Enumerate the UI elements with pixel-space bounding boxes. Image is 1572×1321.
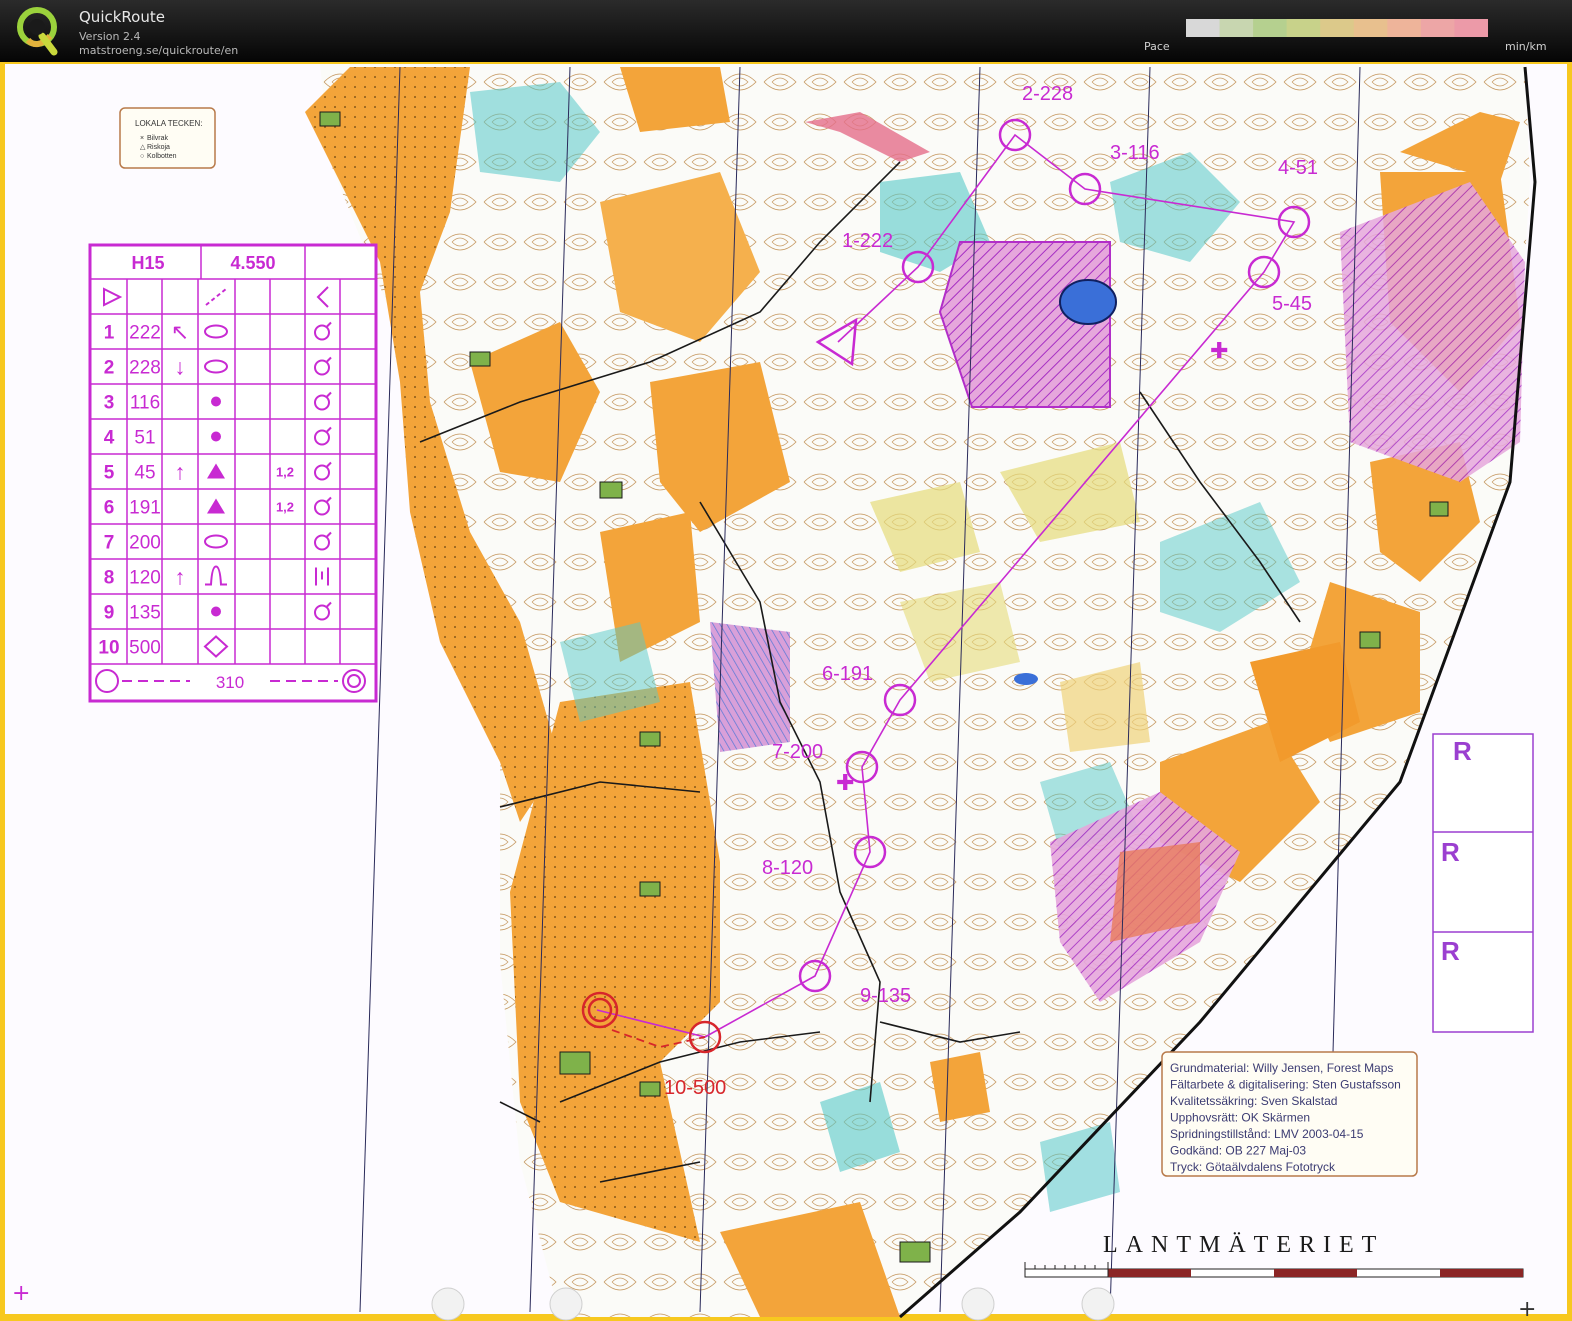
card-control-number: 9 <box>104 603 115 624</box>
pace-unit: min/km <box>1505 40 1547 53</box>
r-mark: R <box>1453 736 1472 766</box>
control-label: 4-51 <box>1278 157 1318 179</box>
card-control-number: 4 <box>104 428 115 449</box>
title-bar: QuickRoute Version 2.4 matstroeng.se/qui… <box>0 0 1572 62</box>
pace-color-scale <box>1186 19 1488 37</box>
pace-color-cell <box>1286 19 1321 37</box>
svg-text:○: ○ <box>140 153 144 160</box>
control-description-card: H15 4.550 1 222 ↖ 2 228 ↓ 3 116 4 51 5 45 ↑ 1,2 6 191 1,… <box>88 243 378 703</box>
app-version: Version 2.4 <box>79 30 141 43</box>
card-control-number: 1 <box>104 323 115 344</box>
quickroute-logo-icon <box>17 7 58 56</box>
card-control-code: 500 <box>129 638 161 659</box>
legend-item: Kolbotten <box>147 153 177 160</box>
publisher-name: LANTMÄTERIET <box>1103 1232 1384 1258</box>
card-control-number: 5 <box>104 463 115 484</box>
pace-color-cell <box>1454 19 1488 37</box>
card-finish-distance: 310 <box>216 673 244 692</box>
control-label: 1-222 <box>842 230 893 252</box>
map-credits: Grundmaterial: Willy Jensen, Forest Maps… <box>1161 1051 1418 1177</box>
card-control-number: 10 <box>98 638 119 659</box>
control-label: 9-135 <box>860 985 911 1007</box>
r-marks: R R R <box>1432 733 1534 1033</box>
legend-title: LOKALA TECKEN: <box>135 119 202 128</box>
pace-color-cell <box>1420 19 1455 37</box>
card-length: 4.550 <box>230 253 275 273</box>
credit-line: Kvalitetssäkring: Sven Skalstad <box>1170 1094 1337 1108</box>
map-image[interactable]: LOKALA TECKEN: × Bilvrak △ Riskoja ○ Kol… <box>0 62 1572 1321</box>
svg-text:+: + <box>1518 1297 1536 1321</box>
pace-color-cell <box>1186 19 1221 37</box>
r-mark: R <box>1441 936 1460 966</box>
card-class: H15 <box>131 253 164 273</box>
legend-item: Riskoja <box>147 144 170 151</box>
lake <box>1059 279 1117 325</box>
pace-color-cell <box>1353 19 1388 37</box>
credit-line: Godkänd: OB 227 Maj-03 <box>1170 1144 1306 1158</box>
card-feature-icon <box>211 431 221 442</box>
control-label: 6-191 <box>822 663 873 685</box>
card-control-code: 200 <box>129 533 161 554</box>
card-control-code: 120 <box>129 568 161 589</box>
card-control-number: 7 <box>104 533 115 554</box>
r-mark: R <box>1441 837 1460 867</box>
card-feature-icon <box>211 606 221 617</box>
control-label: 2-228 <box>1022 83 1073 105</box>
control-label: 8-120 <box>762 857 813 879</box>
pace-color-cell <box>1253 19 1288 37</box>
pace-color-cell <box>1219 19 1254 37</box>
card-control-code: 222 <box>129 323 161 344</box>
pace-label: Pace <box>1144 40 1170 53</box>
card-control-number: 6 <box>104 498 115 519</box>
credit-line: Spridningstillstånd: LMV 2003-04-15 <box>1170 1127 1364 1141</box>
card-control-code: 135 <box>129 603 161 624</box>
svg-text:△: △ <box>140 144 146 151</box>
control-label: 3-116 <box>1110 142 1160 164</box>
card-control-number: 8 <box>104 568 115 589</box>
app-title: QuickRoute <box>79 8 165 26</box>
credit-line: Fältarbete & digitalisering: Sten Gustaf… <box>1170 1078 1401 1092</box>
pace-color-cell <box>1320 19 1355 37</box>
card-feature-icon <box>211 396 221 407</box>
card-direction-icon: ↓ <box>175 355 186 380</box>
card-control-code: 116 <box>130 393 160 414</box>
card-control-number: 3 <box>104 393 115 414</box>
control-label: 10-500 <box>664 1077 726 1099</box>
credit-line: Upphovsrätt: OK Skärmen <box>1170 1111 1310 1125</box>
card-control-code: 191 <box>129 498 161 519</box>
control-label: 5-45 <box>1272 293 1312 315</box>
svg-text:✚: ✚ <box>1210 338 1228 363</box>
card-control-code: 45 <box>134 463 155 484</box>
card-dimension: 1,2 <box>276 500 294 515</box>
orienteering-map-view[interactable]: LOKALA TECKEN: × Bilvrak △ Riskoja ○ Kol… <box>0 62 1572 1321</box>
control-label: 7-200 <box>772 741 823 763</box>
card-direction-icon: ↖ <box>171 320 189 345</box>
credit-line: Tryck: Götaälvdalens Fototryck <box>1170 1160 1336 1174</box>
local-legend: LOKALA TECKEN: × Bilvrak △ Riskoja ○ Kol… <box>119 107 216 169</box>
svg-text:×: × <box>140 135 144 142</box>
card-dimension: 1,2 <box>276 465 294 480</box>
credit-line: Grundmaterial: Willy Jensen, Forest Maps <box>1170 1061 1393 1075</box>
card-control-code: 51 <box>134 428 155 449</box>
card-direction-icon: ↑ <box>175 565 186 590</box>
pace-color-cell <box>1387 19 1422 37</box>
card-control-code: 228 <box>129 358 161 379</box>
legend-item: Bilvrak <box>147 135 169 142</box>
card-control-number: 2 <box>104 358 115 379</box>
card-direction-icon: ↑ <box>175 460 186 485</box>
app-url: matstroeng.se/quickroute/en <box>79 44 239 57</box>
svg-text:+: + <box>12 1281 30 1306</box>
svg-text:✚: ✚ <box>836 770 854 795</box>
